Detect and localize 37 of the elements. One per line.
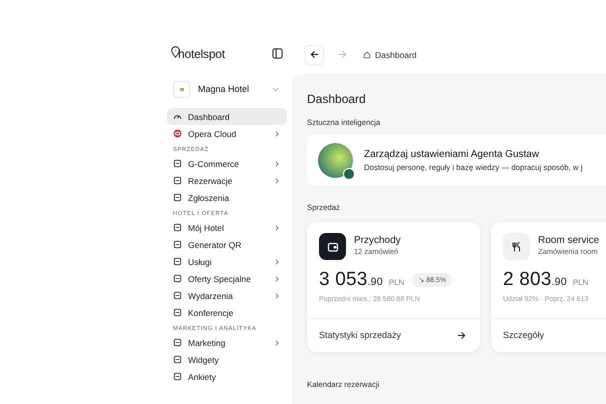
gauge-icon (173, 112, 182, 121)
brand-logo: hotelspot (171, 46, 225, 60)
sidebar-item[interactable]: Oferty Specjalne (167, 270, 287, 287)
sidebar-toggle-icon[interactable] (272, 48, 283, 58)
sidebar-item[interactable]: Usługi (167, 253, 287, 270)
currency-label: PLN (572, 278, 588, 286)
breadcrumb-link[interactable]: Dashboard (375, 50, 417, 60)
chevron-down-icon (272, 86, 279, 92)
agent-card-title: Zarządzaj ustawieniami Agenta Gustaw (364, 148, 540, 160)
sidebar-item[interactable]: Marketing (167, 334, 287, 351)
sidebar-item[interactable]: Mój Hotel (167, 219, 287, 236)
agent-avatar-icon (318, 142, 353, 178)
sidebar-item[interactable]: Dashboard (167, 108, 287, 125)
sidebar-item[interactable]: Generator QR (167, 236, 287, 253)
sidebar-item[interactable]: Zgłoszenia (167, 189, 287, 206)
sidebar-item[interactable]: Ankiety (167, 368, 287, 385)
sidebar-item[interactable]: G-Commerce (167, 155, 287, 172)
card-link[interactable]: Szczegóły (503, 330, 544, 340)
ring-icon (173, 129, 182, 138)
amount-value: 3 053.90 (319, 269, 383, 291)
card-title: Room service (538, 235, 600, 246)
sidebar-item[interactable]: Konferencje (167, 304, 287, 321)
home-icon (363, 50, 371, 58)
sidebar-item[interactable]: Wydarzenia (167, 287, 287, 304)
page-title: Dashboard (307, 92, 367, 106)
back-button[interactable] (304, 44, 324, 64)
amount-value: 2 803.90 (503, 269, 567, 291)
sidebar-item[interactable]: Rezerwacje (167, 172, 287, 189)
hotel-picker[interactable]: Magna Hotel (167, 78, 287, 100)
arrow-right-icon[interactable] (457, 330, 466, 340)
arrow-left-icon (310, 50, 318, 59)
hotel-logo-icon (173, 80, 190, 98)
card-title: Przychody (354, 235, 401, 246)
card-link[interactable]: Statystyki sprzedaży (319, 330, 402, 340)
sidebar-item[interactable]: Opera Cloud (167, 125, 287, 142)
currency-label: PLN (388, 278, 404, 286)
sidebar-item[interactable]: Widgety (167, 351, 287, 368)
